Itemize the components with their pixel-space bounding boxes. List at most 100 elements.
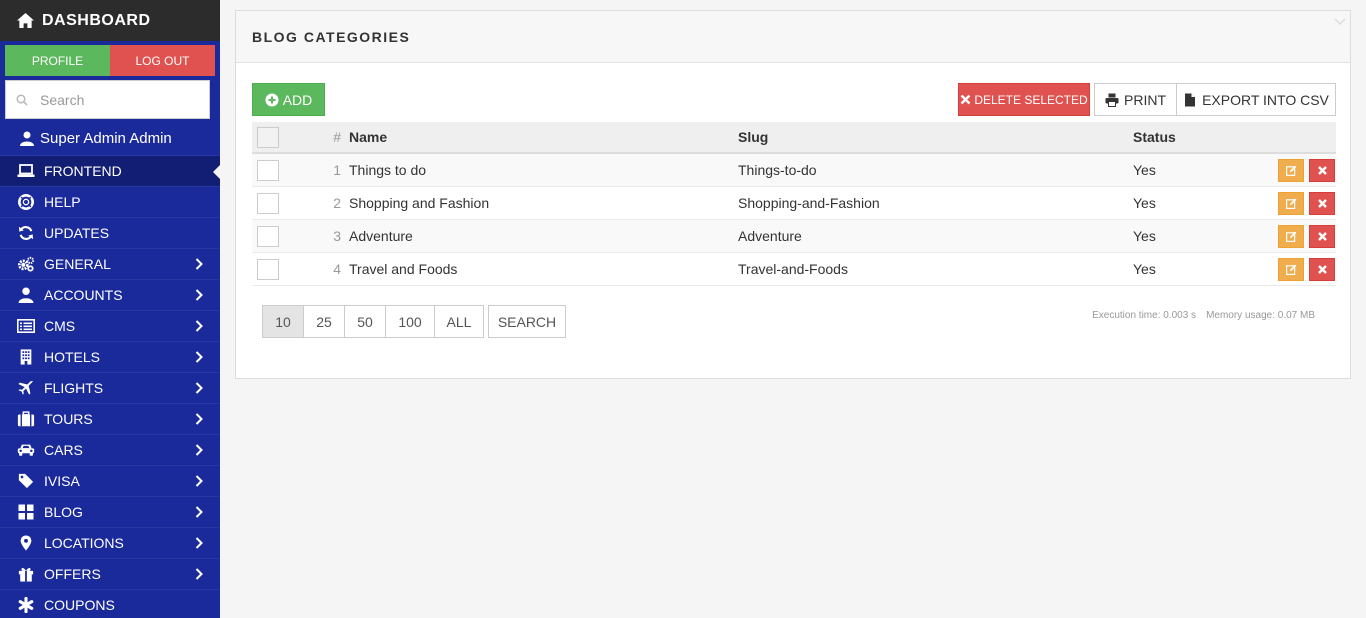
edit-icon [1285,264,1296,275]
category-name: Travel and Foods [349,261,458,277]
chevron-right-icon [195,475,203,487]
category-name: Adventure [349,228,413,244]
row-number: 3 [333,228,341,244]
category-status: Yes [1133,261,1156,277]
delete-button[interactable] [1309,224,1335,248]
table-row: 4 Travel and Foods Travel-and-Foods Yes [252,253,1336,286]
edit-button[interactable] [1278,224,1304,248]
add-button[interactable]: ADD [252,83,325,116]
sidebar-item-flights[interactable]: FLIGHTS [0,372,220,403]
row-checkbox[interactable] [257,258,279,280]
delete-selected-button[interactable]: DELETE SELECTED [958,83,1090,116]
chevron-right-icon [195,351,203,363]
home-icon [17,12,34,29]
row-checkbox[interactable] [257,192,279,214]
column-status[interactable]: Status [1133,129,1267,145]
building-icon [16,348,36,366]
select-all-checkbox[interactable] [257,126,279,148]
sidebar-item-label: HELP [44,194,81,210]
sidebar-item-general[interactable]: GENERAL [0,248,220,279]
row-number: 1 [333,162,341,178]
page-size-25[interactable]: 25 [303,305,345,338]
sidebar-item-hotels[interactable]: HOTELS [0,341,220,372]
sidebar-item-locations[interactable]: LOCATIONS [0,527,220,558]
edit-button[interactable] [1278,158,1304,182]
page-size-100[interactable]: 100 [385,305,435,338]
sidebar-item-label: COUPONS [44,597,115,613]
auth-buttons: PROFILE LOG OUT [5,45,215,76]
category-name: Shopping and Fashion [349,195,490,211]
print-button[interactable]: PRINT [1094,83,1177,116]
profile-button[interactable]: PROFILE [5,45,110,76]
table-header: # Name Slug Status [252,122,1336,154]
sidebar-item-offers[interactable]: OFFERS [0,558,220,589]
row-number: 4 [333,261,341,277]
chevron-right-icon [195,289,203,301]
column-name[interactable]: Name [349,129,738,145]
sidebar-item-cms[interactable]: CMS [0,310,220,341]
page-size-50[interactable]: 50 [344,305,386,338]
table-body: 1 Things to do Things-to-do Yes 2 Shopping an… [252,154,1336,286]
column-number: # [333,129,341,145]
file-icon [1185,93,1196,106]
page-size-all[interactable]: ALL [434,305,484,338]
row-checkbox[interactable] [257,159,279,181]
sidebar-item-help[interactable]: HELP [0,186,220,217]
sidebar: DASHBOARD PROFILE LOG OUT Super Admin Ad… [0,0,220,618]
chevron-right-icon [195,537,203,549]
sidebar-item-cars[interactable]: CARS [0,434,220,465]
dashboard-link[interactable]: DASHBOARD [0,0,220,41]
blog-categories-panel: BLOG CATEGORIES ADD DELETE SELECTED PRIN… [235,10,1351,379]
chevron-right-icon [195,444,203,456]
edit-button[interactable] [1278,191,1304,215]
sidebar-item-label: GENERAL [44,256,111,272]
laptop-icon [16,162,36,180]
chevron-down-icon[interactable] [1334,17,1346,27]
sidebar-item-frontend[interactable]: FRONTEND [0,155,220,186]
edit-button[interactable] [1278,257,1304,281]
sidebar-item-accounts[interactable]: ACCOUNTS [0,279,220,310]
chevron-right-icon [195,258,203,270]
list-alt-icon [16,317,36,335]
page-size-10[interactable]: 10 [262,305,304,338]
sidebar-item-coupons[interactable]: COUPONS [0,589,220,618]
sidebar-search [5,80,210,119]
refresh-icon [16,224,36,242]
user-name: Super Admin Admin [40,129,172,147]
row-checkbox[interactable] [257,225,279,247]
page-title: BLOG CATEGORIES [252,28,411,45]
delete-button[interactable] [1309,257,1335,281]
logout-button[interactable]: LOG OUT [110,45,215,76]
export-csv-button[interactable]: EXPORT INTO CSV [1176,83,1336,116]
panel-header: BLOG CATEGORIES [236,11,1350,63]
sidebar-item-label: BLOG [44,504,83,520]
table-row: 2 Shopping and Fashion Shopping-and-Fashio… [252,187,1336,220]
sidebar-item-blog[interactable]: BLOG [0,496,220,527]
close-icon [1317,231,1327,241]
category-name: Things to do [349,162,427,178]
delete-button[interactable] [1309,158,1335,182]
column-slug[interactable]: Slug [738,129,1133,145]
close-icon [1317,198,1327,208]
category-slug: Adventure [738,228,802,244]
search-button[interactable]: SEARCH [488,305,566,338]
sidebar-item-label: LOCATIONS [44,535,124,551]
sidebar-item-label: OFFERS [44,566,101,582]
map-marker-icon [16,534,36,552]
sidebar-item-label: IVISA [44,473,80,489]
sidebar-item-ivisa[interactable]: IVISA [0,465,220,496]
delete-selected-label: DELETE SELECTED [974,92,1088,107]
edit-icon [1285,231,1296,242]
dashboard-title: DASHBOARD [42,11,151,29]
sidebar-item-label: FRONTEND [44,163,122,179]
search-input[interactable] [40,91,190,108]
sidebar-item-tours[interactable]: TOURS [0,403,220,434]
delete-button[interactable] [1309,191,1335,215]
user-icon [16,286,36,304]
sidebar-nav: FRONTEND HELP UPDATES GENERAL ACCOUNTS CMS HOT… [0,155,220,618]
sidebar-item-label: UPDATES [44,225,110,241]
chevron-right-icon [195,382,203,394]
chevron-right-icon [195,320,203,332]
sidebar-item-updates[interactable]: UPDATES [0,217,220,248]
table-row: 3 Adventure Adventure Yes [252,220,1336,253]
